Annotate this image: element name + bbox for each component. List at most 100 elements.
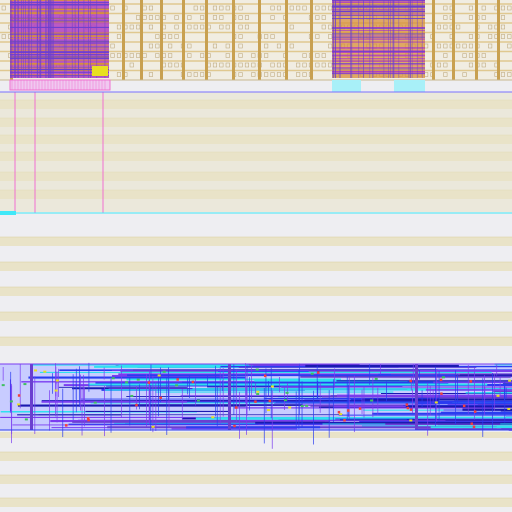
routing-via: [358, 407, 362, 410]
routing-via: [305, 404, 309, 407]
routing-via: [440, 392, 443, 395]
boundary-pin: [0, 211, 16, 215]
routing-via: [434, 401, 438, 404]
routing-via: [470, 422, 474, 425]
power-rail: [0, 337, 512, 346]
routing-via: [86, 417, 90, 420]
routing-via: [17, 394, 21, 397]
power-rail: [0, 475, 512, 484]
routing-via: [256, 390, 260, 393]
power-strap: [452, 0, 455, 80]
macro-pin-group: [394, 80, 425, 92]
routing-via: [159, 396, 162, 400]
routing-via: [508, 379, 512, 382]
power-strap: [140, 0, 143, 80]
macro-pin-group: [332, 80, 361, 92]
power-strap: [310, 0, 313, 80]
routing-via: [496, 394, 500, 397]
routing-via: [191, 380, 195, 384]
routing-via: [310, 372, 314, 375]
routing-strap: [30, 364, 33, 430]
routing-via: [64, 424, 68, 427]
power-rail: [0, 452, 512, 461]
routing-via: [268, 399, 272, 403]
routing-via: [473, 410, 477, 413]
routing-via: [55, 379, 59, 382]
power-rail: [0, 287, 512, 296]
routing-via: [135, 403, 138, 407]
layout-view[interactable]: [0, 0, 512, 512]
power-strap: [258, 0, 261, 80]
power-strap: [160, 0, 163, 80]
routing-via: [136, 378, 140, 381]
power-rail-region: [0, 92, 512, 212]
routing-via: [23, 383, 27, 386]
power-strap: [182, 0, 185, 80]
layout-canvas[interactable]: [0, 0, 512, 512]
routing-via: [288, 406, 292, 409]
routing-via: [255, 368, 259, 371]
routing-via: [157, 374, 161, 377]
routing-via: [462, 404, 466, 408]
power-strap: [122, 0, 125, 80]
routing-via: [270, 385, 274, 388]
routing-via: [9, 400, 13, 403]
routing-via: [211, 416, 215, 419]
routing-via: [469, 380, 473, 383]
routing-via: [147, 381, 151, 384]
power-strap: [475, 0, 478, 80]
power-rail: [0, 498, 512, 507]
routing-via: [374, 377, 378, 380]
power-rail: [0, 312, 512, 321]
routing-via: [254, 400, 257, 403]
routing-strap: [228, 364, 231, 430]
routing-via: [17, 403, 21, 406]
routing-via: [267, 409, 271, 412]
routing-via: [125, 381, 129, 384]
routing-via: [409, 379, 412, 383]
power-strap: [432, 0, 435, 80]
routing-via: [176, 378, 179, 381]
routing-strap: [415, 364, 418, 430]
power-strap: [285, 0, 288, 80]
routing-via: [130, 394, 134, 397]
routing-via: [337, 410, 341, 414]
power-rail: [0, 262, 512, 271]
power-strap: [232, 0, 235, 80]
routing-via: [405, 403, 409, 406]
routing-via: [175, 384, 179, 387]
routing-via: [162, 370, 166, 373]
routing-via: [472, 425, 476, 429]
routing-via: [439, 378, 443, 382]
routing-via: [283, 399, 287, 402]
routing-via: [93, 401, 97, 404]
routing-via: [151, 425, 155, 428]
routing-via: [43, 370, 47, 373]
routing-via: [196, 399, 200, 402]
routing-via: [507, 407, 511, 410]
routing-via: [233, 424, 236, 428]
routing-via: [343, 419, 346, 422]
routing-via: [409, 419, 413, 422]
routing-via: [370, 399, 374, 402]
routing-via: [317, 371, 320, 374]
routing-via: [347, 409, 350, 412]
routing-via: [300, 405, 304, 408]
routing-via: [339, 413, 343, 416]
macro-pin-group: [92, 66, 108, 76]
routing-via: [285, 391, 289, 394]
routing-via: [235, 406, 238, 409]
power-rail: [0, 432, 512, 438]
routing-via: [111, 377, 115, 380]
routing-via: [24, 418, 28, 421]
power-strap: [205, 0, 208, 80]
routing-via: [256, 393, 260, 396]
routing-via: [34, 369, 38, 372]
routing-via: [409, 408, 413, 411]
routing-via: [406, 406, 410, 410]
routing-via: [54, 389, 58, 392]
routing-via: [1, 384, 5, 387]
macro-block-left[interactable]: [9, 0, 111, 91]
power-strap: [497, 0, 500, 80]
routing-via: [441, 376, 445, 379]
